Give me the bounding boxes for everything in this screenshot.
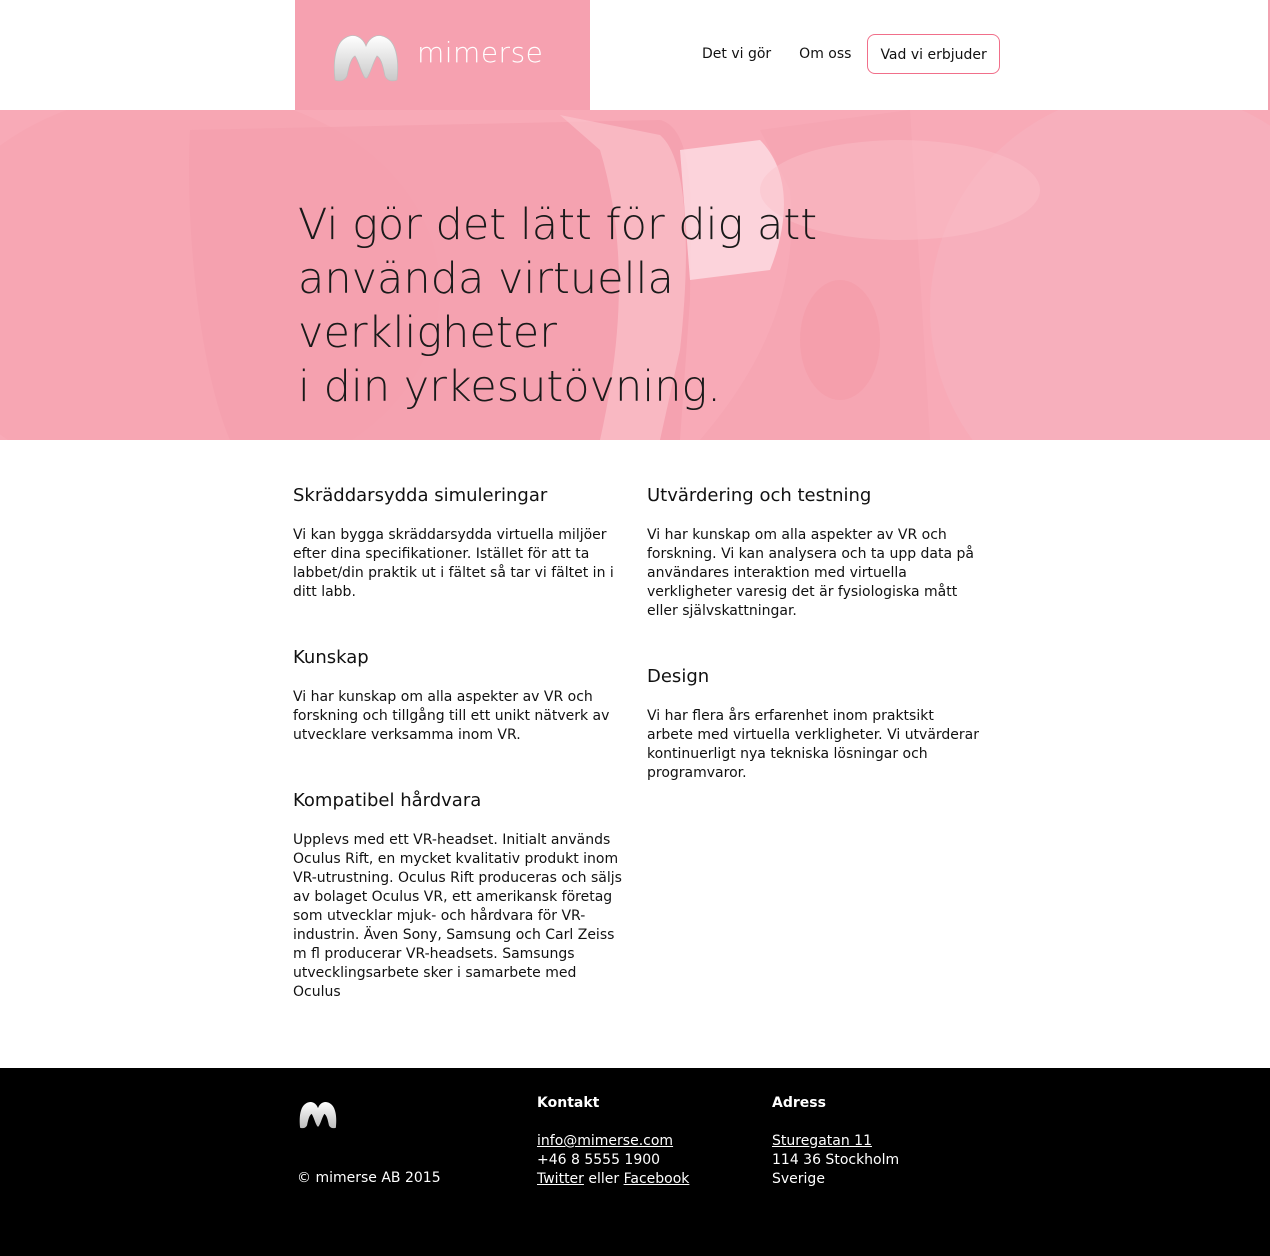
address-country: Sverige — [772, 1171, 825, 1187]
address-heading: Adress — [772, 1095, 826, 1111]
logo-text: mimerse — [417, 36, 544, 69]
service-title: Design — [647, 666, 710, 687]
contact-heading: Kontakt — [537, 1095, 600, 1111]
street-link[interactable]: Sturegatan 11 — [772, 1133, 872, 1149]
hero-title-line-1: Vi gör det lätt för dig att — [298, 200, 818, 250]
services-column-left: Skräddarsydda simuleringar Vi kan bygga … — [293, 484, 628, 1046]
service-body: Vi har kunskap om alla aspekter av VR oc… — [293, 689, 610, 743]
service-title: Kunskap — [293, 647, 369, 668]
twitter-link[interactable]: Twitter — [537, 1171, 584, 1187]
mimerse-logo-icon — [299, 1102, 337, 1129]
service-title: Utvärdering och testning — [647, 485, 872, 506]
service-title: Skräddarsydda simuleringar — [293, 485, 548, 506]
service-body: Upplevs med ett VR-headset. Initialt anv… — [293, 832, 622, 1000]
hero-banner: Vi gör det lätt för dig att använda virt… — [0, 110, 1270, 440]
site-footer: © mimerse AB 2015 Kontakt info@mimerse.c… — [0, 1068, 1270, 1256]
service-body: Vi har kunskap om alla aspekter av VR oc… — [647, 527, 974, 619]
footer-contact: Kontakt info@mimerse.com +46 8 5555 1900… — [537, 1094, 689, 1189]
mimerse-logo-icon — [333, 35, 399, 82]
service-title: Kompatibel hårdvara — [293, 790, 482, 811]
service-section: Kunskap Vi har kunskap om alla aspekter … — [293, 646, 628, 745]
service-section: Skräddarsydda simuleringar Vi kan bygga … — [293, 484, 628, 602]
service-section: Utvärdering och testning Vi har kunskap … — [647, 484, 982, 621]
service-body: Vi kan bygga skräddarsydda virtuella mil… — [293, 527, 614, 600]
address-city: 114 36 Stockholm — [772, 1152, 900, 1168]
hero-title-line-3: i din yrkesutövning. — [298, 362, 721, 412]
logo-link[interactable]: mimerse — [295, 0, 590, 110]
social-links: Twitter eller Facebook — [537, 1170, 689, 1189]
service-body: Vi har flera års erfarenhet inom praktsi… — [647, 708, 980, 781]
hero-title: Vi gör det lätt för dig att använda virt… — [298, 198, 938, 414]
email-link[interactable]: info@mimerse.com — [537, 1133, 673, 1149]
nav-item-vad-vi-erbjuder[interactable]: Vad vi erbjuder — [867, 34, 1000, 74]
main-nav: Det vi gör Om oss Vad vi erbjuder — [688, 34, 1000, 74]
facebook-link[interactable]: Facebook — [624, 1171, 690, 1187]
service-section: Design Vi har flera års erfarenhet inom … — [647, 665, 982, 783]
copyright-text: © mimerse AB 2015 — [297, 1170, 441, 1186]
footer-address: Adress Sturegatan 11 114 36 Stockholm Sv… — [772, 1094, 899, 1189]
hero-title-line-2: använda virtuella verkligheter — [298, 254, 674, 358]
site-header: mimerse Det vi gör Om oss Vad vi erbjude… — [0, 0, 1270, 110]
nav-item-om-oss[interactable]: Om oss — [785, 34, 865, 74]
phone-number: +46 8 5555 1900 — [537, 1152, 661, 1168]
nav-item-det-vi-gor[interactable]: Det vi gör — [688, 34, 785, 74]
social-separator: eller — [588, 1171, 620, 1187]
service-section: Kompatibel hårdvara Upplevs med ett VR-h… — [293, 789, 628, 1002]
services-column-right: Utvärdering och testning Vi har kunskap … — [647, 484, 982, 827]
